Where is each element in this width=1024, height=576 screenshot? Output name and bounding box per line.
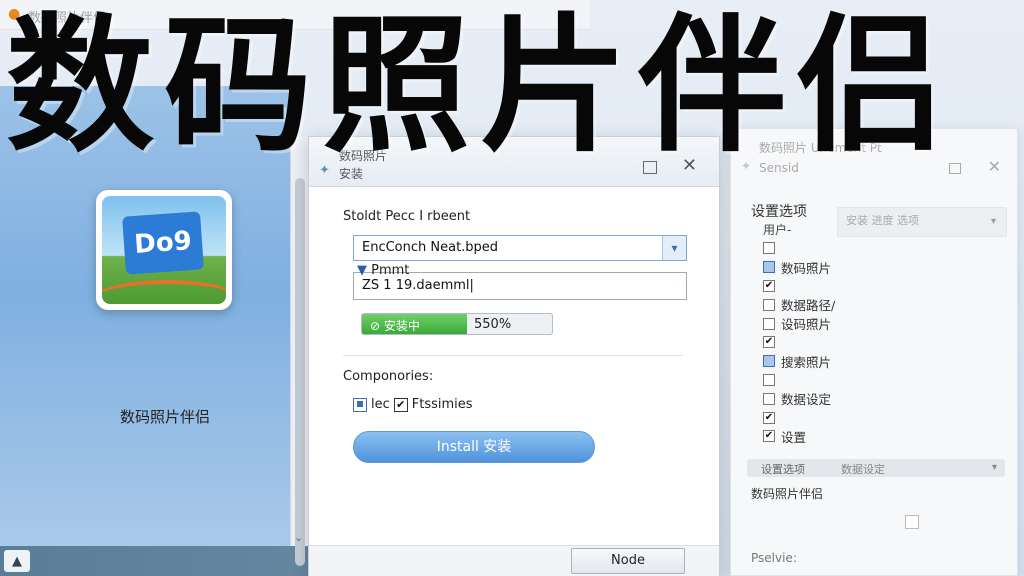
settings-bar[interactable]: 设置选项 数据设定 ▾ (747, 459, 1005, 477)
settings-option-checkbox[interactable] (763, 392, 775, 405)
destination-label: Stoldt Pecc I rbeent (343, 209, 471, 224)
settings-app-name: 数码照片伴侣 (751, 487, 824, 501)
settings-option-checkbox[interactable] (763, 242, 775, 255)
settings-option-5[interactable]: ✔ (763, 333, 835, 352)
component-2-checkbox[interactable]: ✔ (393, 397, 408, 412)
settings-option-6[interactable]: 搜索照片 (763, 352, 835, 371)
settings-option-label: 搜索照片 (781, 354, 832, 370)
chevron-down-icon: ▾ (991, 462, 997, 473)
settings-option-label: 数据路径/ (781, 298, 836, 314)
chevron-down-icon: ▾ (990, 216, 996, 227)
settings-option-9[interactable]: ✔ (763, 408, 835, 427)
settings-option-checkbox[interactable] (763, 373, 775, 386)
app-shortcut-icon[interactable]: Do9 (96, 190, 232, 310)
settings-option-checkbox[interactable] (763, 317, 775, 330)
start-icon[interactable]: ▲ (4, 550, 30, 572)
progress-percent: 550% (474, 317, 512, 332)
installer-footer: Node (309, 545, 719, 576)
scrollbar-thumb[interactable] (295, 178, 305, 566)
settings-option-10[interactable]: ✔ 设置 (763, 427, 835, 446)
settings-footer: Pselvie: (751, 551, 797, 565)
settings-option-checkbox[interactable] (763, 261, 775, 274)
installer-dialog: 数码照片 ✦ 安装 ✕ Stoldt Pecc I rbeent EncConc… (308, 136, 720, 576)
divider (343, 355, 683, 356)
settings-dropdown-value: 安装 进度 选项 (846, 214, 919, 227)
settings-option-checkbox[interactable] (763, 355, 775, 368)
vertical-scrollbar[interactable]: ⌄ (290, 136, 308, 566)
scroll-down-icon[interactable]: ⌄ (294, 531, 303, 544)
photo-landscape-icon: Do9 (102, 196, 226, 304)
install-button[interactable]: Install 安装 (353, 431, 595, 463)
settings-option-list: 数码照片 ✔ 数据路径/设码照片 ✔ 搜索照片数据设定 ✔ ✔ 设置 (763, 239, 835, 446)
install-path-label: ▼ Pmmt (357, 263, 409, 278)
settings-option-checkbox[interactable]: ✔ (763, 336, 775, 349)
install-path-label-text: Pmmt (371, 263, 410, 278)
settings-option-2[interactable]: ✔ (763, 277, 835, 296)
components-row: lec ✔ Ftssimies (353, 397, 473, 412)
settings-option-4[interactable]: 设码照片 (763, 314, 835, 333)
settings-bar-value: 数据设定 (841, 463, 885, 476)
settings-option-label: 数码照片 (781, 260, 832, 276)
install-progress-bar: ⊘ 安装中 550% (361, 313, 553, 335)
component-2-label: Ftssimies (411, 397, 473, 412)
installer-subtitle: 安装 (339, 167, 364, 181)
settings-option-1[interactable]: 数码照片 (763, 258, 835, 277)
destination-select[interactable]: EncConch Neat.bped ▾ (353, 235, 687, 261)
settings-checkbox[interactable] (905, 515, 919, 529)
app-icon-card: Do9 (122, 211, 204, 275)
component-1-label: lec (371, 397, 390, 412)
app-shortcut-label[interactable]: 数码照片伴侣 (80, 406, 250, 427)
settings-option-checkbox[interactable]: ✔ (763, 279, 775, 292)
settings-option-checkbox[interactable]: ✔ (763, 411, 775, 424)
components-label: Componories: (343, 369, 434, 384)
settings-option-7[interactable] (763, 371, 835, 390)
settings-option-8[interactable]: 数据设定 (763, 389, 835, 408)
settings-option-label: 设置 (781, 429, 807, 445)
settings-option-checkbox[interactable] (763, 298, 775, 311)
settings-bar-label: 设置选项 (761, 463, 805, 476)
settings-option-0[interactable] (763, 239, 835, 258)
settings-option-label: 设码照片 (781, 317, 832, 333)
settings-panel: 数码照片 Unement Pt ✦ Sensid ✕ 设置选项 用户- 安装 进… (730, 128, 1018, 576)
pin-icon: ▼ (357, 263, 367, 278)
destination-select-value: EncConch Neat.bped (362, 240, 499, 255)
install-path-value: ZS 1 19.daemml (362, 278, 470, 293)
next-button[interactable]: Node (571, 548, 685, 574)
swoosh-decoration (102, 280, 226, 304)
settings-subheading: 用户- (763, 223, 792, 237)
settings-heading: 设置选项 (751, 204, 807, 220)
chevron-down-icon[interactable]: ▾ (662, 236, 686, 260)
progress-status: ⊘ 安装中 (370, 319, 420, 333)
overlay-title: 数码照片伴侣 (6, 6, 954, 166)
settings-option-checkbox[interactable]: ✔ (763, 430, 775, 443)
settings-option-3[interactable]: 数据路径/ (763, 295, 835, 314)
settings-option-label: 数据设定 (781, 392, 832, 408)
settings-dropdown[interactable]: 安装 进度 选项 ▾ (837, 207, 1007, 237)
component-1-checkbox[interactable] (353, 397, 367, 412)
